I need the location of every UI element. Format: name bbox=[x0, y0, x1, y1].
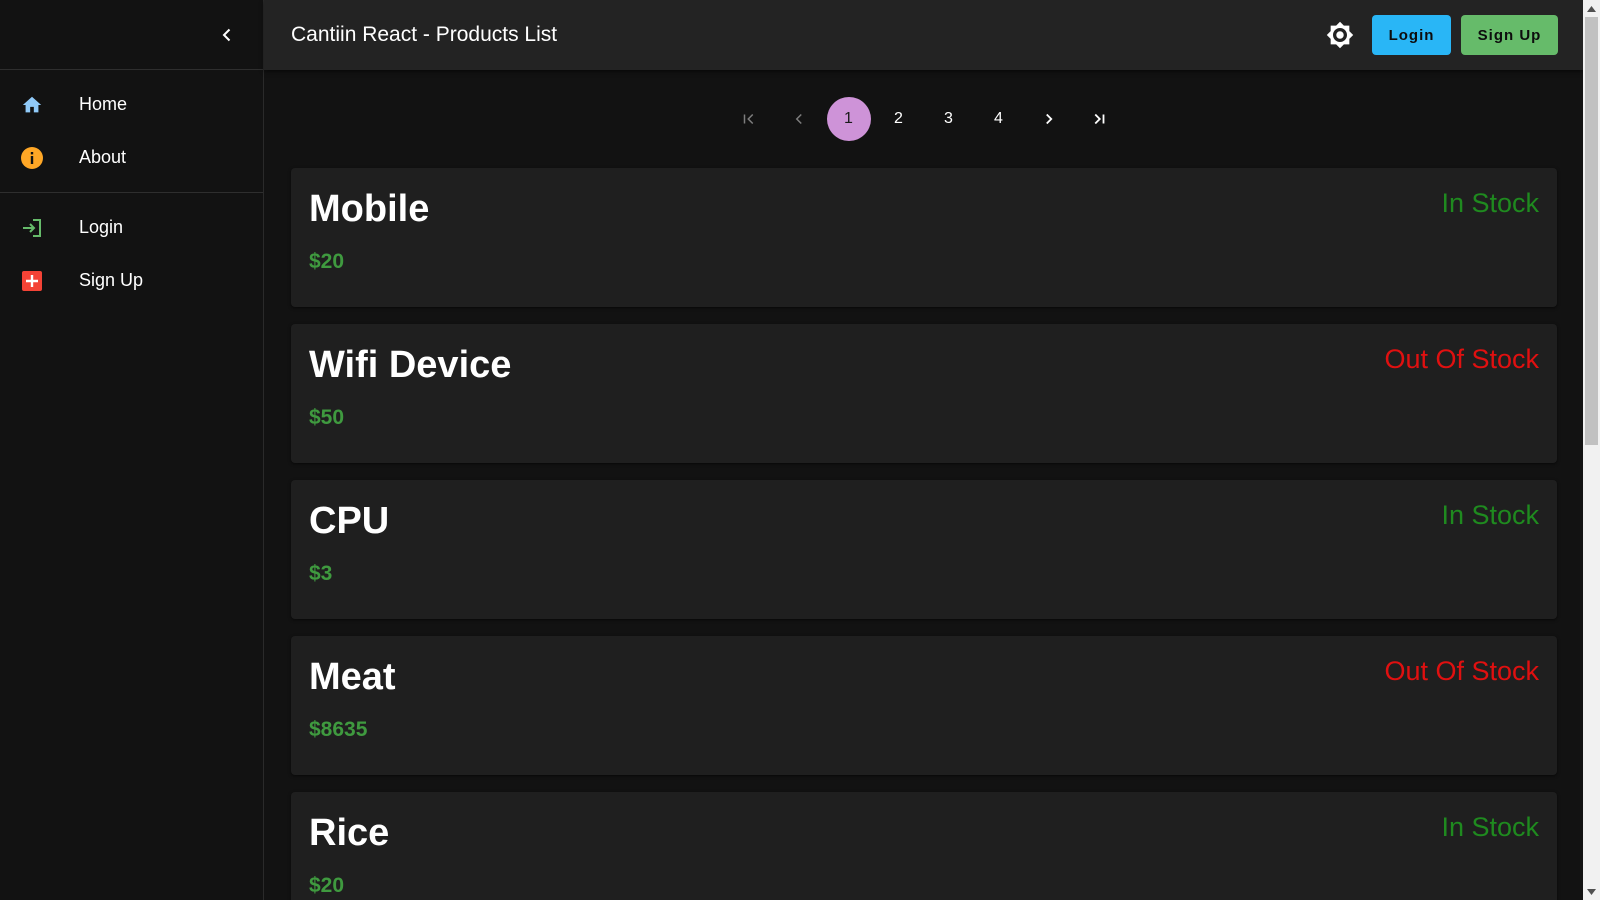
sidebar-header bbox=[0, 0, 263, 70]
product-price: $8635 bbox=[309, 718, 368, 741]
first-page-button[interactable] bbox=[727, 97, 771, 141]
login-button[interactable]: Login bbox=[1372, 15, 1451, 55]
sidebar-item-label: Login bbox=[79, 217, 124, 237]
product-card: Wifi Device $50 Out Of Stock bbox=[291, 324, 1557, 463]
product-card: Rice $20 In Stock bbox=[291, 792, 1557, 900]
app-root: Home About Login Sign Up Cantiin React -… bbox=[0, 0, 1600, 900]
product-card: Mobile $20 In Stock bbox=[291, 168, 1557, 307]
previous-page-button[interactable] bbox=[777, 97, 821, 141]
sidebar-item-label: Home bbox=[79, 94, 128, 114]
sidebar-item-about[interactable]: About bbox=[0, 131, 263, 184]
product-price: $20 bbox=[309, 250, 345, 273]
product-name: Wifi Device bbox=[309, 344, 512, 386]
product-price: $50 bbox=[309, 406, 345, 429]
product-card: Meat $8635 Out Of Stock bbox=[291, 636, 1557, 775]
sidebar-drawer: Home About Login Sign Up bbox=[0, 0, 264, 900]
stock-status: In Stock bbox=[1441, 500, 1539, 530]
sidebar-item-signup[interactable]: Sign Up bbox=[0, 254, 263, 307]
home-icon bbox=[20, 93, 44, 117]
page-scrollbar[interactable] bbox=[1583, 0, 1600, 900]
product-name: Meat bbox=[309, 656, 396, 698]
scroll-down-icon[interactable] bbox=[1583, 883, 1600, 900]
product-name: CPU bbox=[309, 500, 390, 542]
stock-status: Out Of Stock bbox=[1384, 344, 1539, 374]
signup-button[interactable]: Sign Up bbox=[1461, 15, 1558, 55]
page-4-button[interactable]: 4 bbox=[977, 97, 1021, 141]
chevron-right-icon bbox=[1045, 113, 1053, 125]
collapse-sidebar-button[interactable] bbox=[213, 21, 241, 49]
sidebar-item-home[interactable]: Home bbox=[0, 78, 263, 131]
stock-status: In Stock bbox=[1441, 188, 1539, 218]
sidebar-group-auth: Login Sign Up bbox=[0, 192, 263, 315]
product-price: $20 bbox=[309, 874, 345, 897]
page-title: Cantiin React - Products List bbox=[291, 23, 558, 46]
product-price: $3 bbox=[309, 562, 333, 585]
sidebar-item-label: Sign Up bbox=[79, 270, 144, 290]
main-content: 1 2 3 4 Mobile $20 In Stock Wifi Device … bbox=[264, 70, 1583, 900]
app-bar: Cantiin React - Products List Login Sign… bbox=[264, 0, 1583, 70]
page-2-button[interactable]: 2 bbox=[877, 97, 921, 141]
chevron-left-icon bbox=[795, 113, 802, 125]
login-icon bbox=[20, 216, 44, 240]
last-page-icon bbox=[1094, 113, 1104, 125]
sidebar-item-label: About bbox=[79, 147, 127, 167]
sidebar-group-main: Home About bbox=[0, 70, 263, 192]
pagination: 1 2 3 4 bbox=[264, 70, 1583, 168]
product-name: Rice bbox=[309, 812, 390, 854]
next-page-button[interactable] bbox=[1027, 97, 1071, 141]
stock-status: Out Of Stock bbox=[1384, 656, 1539, 686]
product-name: Mobile bbox=[309, 188, 430, 230]
add-box-icon bbox=[20, 269, 44, 293]
page-3-button[interactable]: 3 bbox=[927, 97, 971, 141]
scroll-up-icon[interactable] bbox=[1583, 0, 1600, 17]
product-list: Mobile $20 In Stock Wifi Device $50 Out … bbox=[264, 168, 1583, 900]
info-icon bbox=[20, 146, 44, 170]
brightness-icon bbox=[1326, 21, 1354, 49]
last-page-button[interactable] bbox=[1077, 97, 1121, 141]
stock-status: In Stock bbox=[1441, 812, 1539, 842]
sidebar-item-login[interactable]: Login bbox=[0, 201, 263, 254]
theme-toggle-button[interactable] bbox=[1320, 15, 1360, 55]
chevron-left-icon bbox=[222, 28, 231, 41]
scrollbar-thumb[interactable] bbox=[1585, 17, 1598, 445]
page-1-button[interactable]: 1 bbox=[826, 97, 871, 141]
product-card: CPU $3 In Stock bbox=[291, 480, 1557, 619]
first-page-icon bbox=[743, 113, 753, 125]
